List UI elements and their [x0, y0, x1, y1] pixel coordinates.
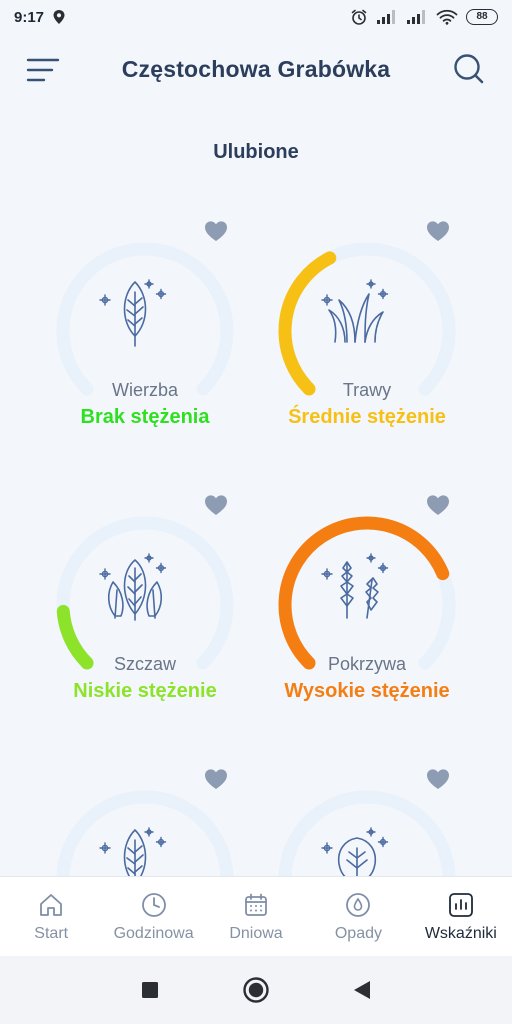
- pollen-card-trawy[interactable]: Trawy Średnie stężenie: [262, 220, 472, 450]
- nav-label: Opady: [334, 924, 382, 942]
- concentration-level: Niskie stężenie: [73, 680, 217, 702]
- home-system-button[interactable]: [241, 975, 271, 1005]
- status-bar: 9:17 88: [0, 0, 512, 34]
- plant-name: Pokrzywa: [327, 654, 407, 674]
- recent-apps-button[interactable]: [135, 975, 165, 1005]
- nav-label: Godzinowa: [113, 924, 194, 942]
- plant-name: Szczaw: [113, 654, 176, 674]
- section-title-favorites: Ulubione: [213, 141, 299, 163]
- pollen-card-szczaw[interactable]: Szczaw Niskie stężenie: [40, 494, 250, 724]
- battery-icon: 88: [466, 9, 498, 25]
- nav-item-start[interactable]: Start: [0, 877, 102, 956]
- nav-label: Wskaźniki: [424, 924, 497, 942]
- page-title: Częstochowa Grabówka: [121, 56, 391, 82]
- system-navigation: [0, 956, 512, 1024]
- nav-label: Dniowa: [229, 924, 283, 942]
- pollen-card-wierzba[interactable]: Wierzba Brak stężenia: [40, 220, 250, 450]
- search-icon[interactable]: [452, 52, 486, 86]
- nav-item-wskazniki[interactable]: Wskaźniki: [410, 877, 512, 956]
- grass-icon: [321, 279, 389, 343]
- home-icon: [40, 893, 63, 916]
- leaf-icon: [99, 279, 167, 347]
- status-time: 9:17: [14, 8, 45, 26]
- nettle-icon: [321, 553, 389, 619]
- signal-icon-2: [407, 10, 425, 24]
- menu-icon[interactable]: [26, 56, 60, 84]
- clock-icon: [141, 892, 166, 917]
- nav-item-opady[interactable]: Opady: [307, 877, 409, 956]
- nav-item-dniowa[interactable]: Dniowa: [205, 877, 307, 956]
- sorrel-icon: [99, 553, 167, 621]
- square-icon: [142, 982, 158, 998]
- chart-icon: [448, 892, 473, 917]
- circle-icon: [243, 977, 269, 1003]
- back-triangle-icon: [354, 981, 370, 999]
- pollen-card-pokrzywa[interactable]: Pokrzywa Wysokie stężenie: [262, 494, 472, 724]
- plant-name: Wierzba: [111, 380, 178, 400]
- wifi-icon: [436, 9, 458, 25]
- signal-icon: [377, 10, 395, 24]
- concentration-level: Średnie stężenie: [288, 406, 446, 428]
- back-button[interactable]: [347, 975, 377, 1005]
- concentration-level: Wysokie stężenie: [284, 680, 450, 702]
- location-icon: [53, 10, 65, 24]
- drop-icon: [346, 892, 371, 917]
- plant-name: Trawy: [342, 380, 392, 400]
- nav-item-godzinowa[interactable]: Godzinowa: [102, 877, 204, 956]
- calendar-icon: [245, 893, 267, 916]
- nav-label: Start: [34, 924, 69, 942]
- bottom-navigation: Start Godzinowa Dniowa Opady Wskaźniki: [0, 876, 512, 956]
- app-header: Częstochowa Grabówka: [0, 40, 512, 100]
- concentration-level: Brak stężenia: [80, 406, 210, 428]
- alarm-icon: [351, 9, 367, 25]
